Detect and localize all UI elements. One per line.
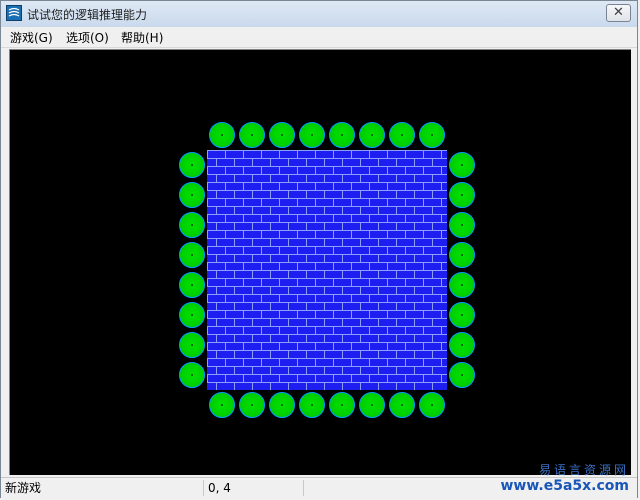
ball-top-1[interactable] [239,122,265,148]
ball-bottom-7[interactable] [419,392,445,418]
ball-right-1[interactable] [449,182,475,208]
app-window: 试试您的逻辑推理能力 ✕ 游戏(G) 选项(O) 帮助(H) 新游戏 0, 4 … [0,0,638,498]
ball-right-4[interactable] [449,272,475,298]
status-mode: 新游戏 [5,481,42,495]
ball-bottom-5[interactable] [359,392,385,418]
ball-left-2[interactable] [179,212,205,238]
ball-top-5[interactable] [359,122,385,148]
menu-game[interactable]: 游戏(G) [10,29,53,46]
ball-left-1[interactable] [179,182,205,208]
ball-top-6[interactable] [389,122,415,148]
brick-pattern [207,150,447,390]
ball-bottom-3[interactable] [299,392,325,418]
ball-bottom-0[interactable] [209,392,235,418]
ball-left-3[interactable] [179,242,205,268]
ball-top-3[interactable] [299,122,325,148]
menu-options[interactable]: 选项(O) [66,29,109,46]
ball-right-3[interactable] [449,242,475,268]
ball-right-5[interactable] [449,302,475,328]
ball-bottom-6[interactable] [389,392,415,418]
ball-top-0[interactable] [209,122,235,148]
ball-left-6[interactable] [179,332,205,358]
watermark-line1: 易语言资源网 [538,463,629,477]
ball-right-0[interactable] [449,152,475,178]
ball-left-5[interactable] [179,302,205,328]
brick-board[interactable] [207,150,447,390]
menu-help[interactable]: 帮助(H) [121,29,163,46]
close-button[interactable]: ✕ [606,4,631,22]
ball-right-2[interactable] [449,212,475,238]
ball-bottom-1[interactable] [239,392,265,418]
ball-left-0[interactable] [179,152,205,178]
game-canvas[interactable] [9,49,631,475]
close-icon: ✕ [613,5,624,20]
ball-left-7[interactable] [179,362,205,388]
title-bar: 试试您的逻辑推理能力 ✕ [1,1,637,27]
menu-bar: 游戏(G) 选项(O) 帮助(H) [1,27,637,48]
ball-top-4[interactable] [329,122,355,148]
watermark-line2: www.e5a5x.com [500,478,629,494]
status-coords: 0, 4 [203,480,304,496]
ball-top-2[interactable] [269,122,295,148]
ball-left-4[interactable] [179,272,205,298]
watermark: 易语言资源网 www.e5a5x.com [500,461,629,494]
ball-bottom-2[interactable] [269,392,295,418]
app-icon[interactable] [6,5,22,21]
window-title: 试试您的逻辑推理能力 [27,8,148,22]
status-extra [303,480,508,496]
ball-top-7[interactable] [419,122,445,148]
ball-right-6[interactable] [449,332,475,358]
ball-bottom-4[interactable] [329,392,355,418]
ball-right-7[interactable] [449,362,475,388]
